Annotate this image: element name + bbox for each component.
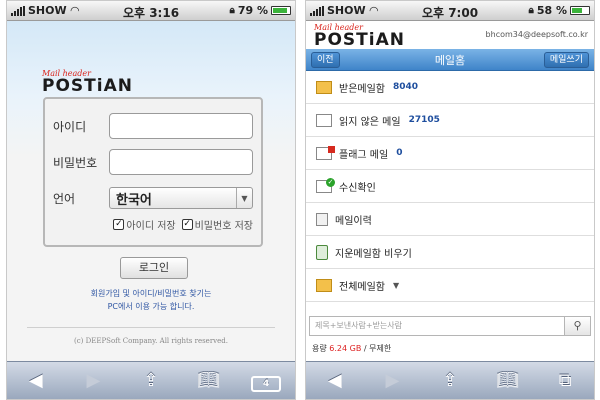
password-input[interactable]: [109, 149, 253, 175]
quota-used: 6.24 GB: [329, 344, 362, 353]
mail-header: Mail header POSTiAN bhcom34@deepsoft.co.…: [306, 21, 594, 49]
menu-item-flagged[interactable]: 플래그 메일 0: [306, 137, 594, 170]
envelope-icon: [316, 80, 332, 94]
password-row: 비밀번호: [53, 147, 253, 177]
login-screen: SHOW ◠ 오후 3:16 🔒︎ 79 % Mail header POSTi…: [6, 0, 296, 400]
envelope-icon: [316, 113, 332, 127]
envelope-icon: [316, 278, 332, 292]
battery-icon: [570, 6, 590, 15]
save-password-checkbox[interactable]: ✓ 비밀번호 저장: [181, 217, 253, 232]
language-label: 언어: [53, 191, 76, 206]
unread-count: 27105: [408, 115, 440, 125]
logo-name: POSTiAN: [314, 30, 405, 50]
page-title: 메일홈: [434, 53, 466, 67]
status-bar: SHOW ◠ 오후 3:16 🔒︎ 79 %: [7, 1, 295, 21]
status-time: 오후 7:00: [421, 6, 479, 20]
save-password-label: 비밀번호 저장: [194, 221, 253, 232]
compose-button[interactable]: 메일쓰기: [543, 52, 589, 68]
chevron-down-icon: ▼: [236, 188, 252, 208]
mail-home-screen: SHOW ◠ 오후 7:00 🔒︎ 58 % Mail header POSTi…: [305, 0, 595, 400]
check-icon: ✓: [316, 177, 335, 193]
tabs-button[interactable]: 4: [251, 370, 282, 392]
history-icon: [316, 212, 328, 226]
save-options: ✓ 아이디 저장 ✓ 비밀번호 저장: [53, 217, 253, 232]
logo-name: POSTiAN: [42, 76, 133, 96]
trash-icon: [316, 244, 328, 260]
back-button[interactable]: 이전: [311, 52, 340, 68]
menu-item-unread[interactable]: 읽지 않은 메일 27105: [306, 104, 594, 137]
password-label: 비밀번호: [53, 155, 98, 170]
storage-quota: 용량 6.24 GB / 무제한: [312, 343, 391, 354]
bookmarks-icon[interactable]: 📖︎: [194, 370, 224, 391]
postian-logo: Mail header POSTiAN: [42, 69, 133, 96]
copyright: (c) DEEPSoft Company. All rights reserve…: [74, 337, 228, 345]
forward-arrow-icon[interactable]: ▶: [78, 370, 108, 391]
menu-item-history[interactable]: 메일이력: [306, 203, 594, 236]
id-label: 아이디: [53, 119, 87, 134]
menu-item-all-mail[interactable]: 전체메일함 ▼: [306, 269, 594, 302]
language-value: 한국어: [116, 192, 152, 208]
back-arrow-icon[interactable]: ◀: [320, 370, 350, 391]
browser-toolbar: ◀ ▶ ⇪ 📖︎ 4: [7, 361, 295, 399]
menu-item-label: 수신확인: [339, 182, 376, 194]
bookmarks-icon[interactable]: 📖︎: [493, 370, 523, 391]
browser-toolbar: ◀ ▶ ⇪ 📖︎ ⧉: [306, 361, 594, 399]
nav-bar: 이전 메일홈 메일쓰기: [306, 49, 594, 71]
menu-item-label: 받은메일함: [339, 83, 385, 95]
quota-label: 용량: [312, 344, 327, 353]
share-icon[interactable]: ⇪: [136, 370, 166, 391]
login-button[interactable]: 로그인: [120, 257, 188, 279]
user-email: bhcom34@deepsoft.co.kr: [485, 30, 588, 39]
divider: [27, 327, 275, 328]
mailbox-menu: 받은메일함 8040 읽지 않은 메일 27105 플래그 메일 0 ✓ 수신확…: [306, 71, 594, 302]
tabs-icon[interactable]: ⧉: [550, 370, 580, 391]
menu-item-inbox[interactable]: 받은메일함 8040: [306, 71, 594, 104]
flagged-count: 0: [396, 148, 403, 158]
chevron-down-icon: ▼: [393, 280, 400, 290]
menu-item-label: 플래그 메일: [339, 149, 389, 161]
search-input[interactable]: 제목+보낸사람+받는사람: [309, 316, 565, 336]
menu-item-label: 지운메일함 비우기: [335, 248, 412, 260]
status-time: 오후 3:16: [122, 6, 180, 20]
menu-item-read-receipt[interactable]: ✓ 수신확인: [306, 170, 594, 203]
tabs-icon: 4: [251, 375, 282, 392]
id-input[interactable]: [109, 113, 253, 139]
menu-item-label: 메일이력: [335, 215, 372, 227]
join-notice-line2: PC에서 이용 가능 합니다.: [107, 302, 195, 311]
quota-total: / 무제한: [363, 344, 392, 353]
checkmark-icon: ✓: [181, 219, 193, 230]
checkmark-icon: ✓: [113, 219, 125, 230]
flag-icon: [316, 145, 335, 160]
inbox-count: 8040: [393, 82, 419, 92]
share-icon[interactable]: ⇪: [435, 370, 465, 391]
save-id-checkbox[interactable]: ✓ 아이디 저장: [113, 217, 176, 232]
menu-item-label: 읽지 않은 메일: [339, 116, 401, 128]
menu-item-empty-trash[interactable]: 지운메일함 비우기: [306, 236, 594, 269]
join-notice-line1: 회원가입 및 아이디/비밀번호 찾기는: [90, 289, 212, 298]
language-select[interactable]: 한국어 ▼: [109, 187, 253, 209]
login-form: 아이디 비밀번호 언어 한국어 ▼ ✓ 아이디 저장 ✓ 비밀번호 저장: [43, 97, 263, 247]
save-id-label: 아이디 저장: [126, 221, 176, 232]
menu-item-label: 전체메일함: [339, 281, 385, 293]
forward-arrow-icon[interactable]: ▶: [377, 370, 407, 391]
search-icon[interactable]: ⚲: [565, 316, 591, 336]
postian-logo: Mail header POSTiAN: [314, 23, 405, 50]
battery-icon: [271, 6, 291, 15]
id-row: 아이디: [53, 111, 253, 141]
status-bar: SHOW ◠ 오후 7:00 🔒︎ 58 %: [306, 1, 594, 21]
mail-search: 제목+보낸사람+받는사람 ⚲: [309, 316, 591, 336]
back-arrow-icon[interactable]: ◀: [21, 370, 51, 391]
language-row: 언어 한국어 ▼: [53, 183, 253, 213]
